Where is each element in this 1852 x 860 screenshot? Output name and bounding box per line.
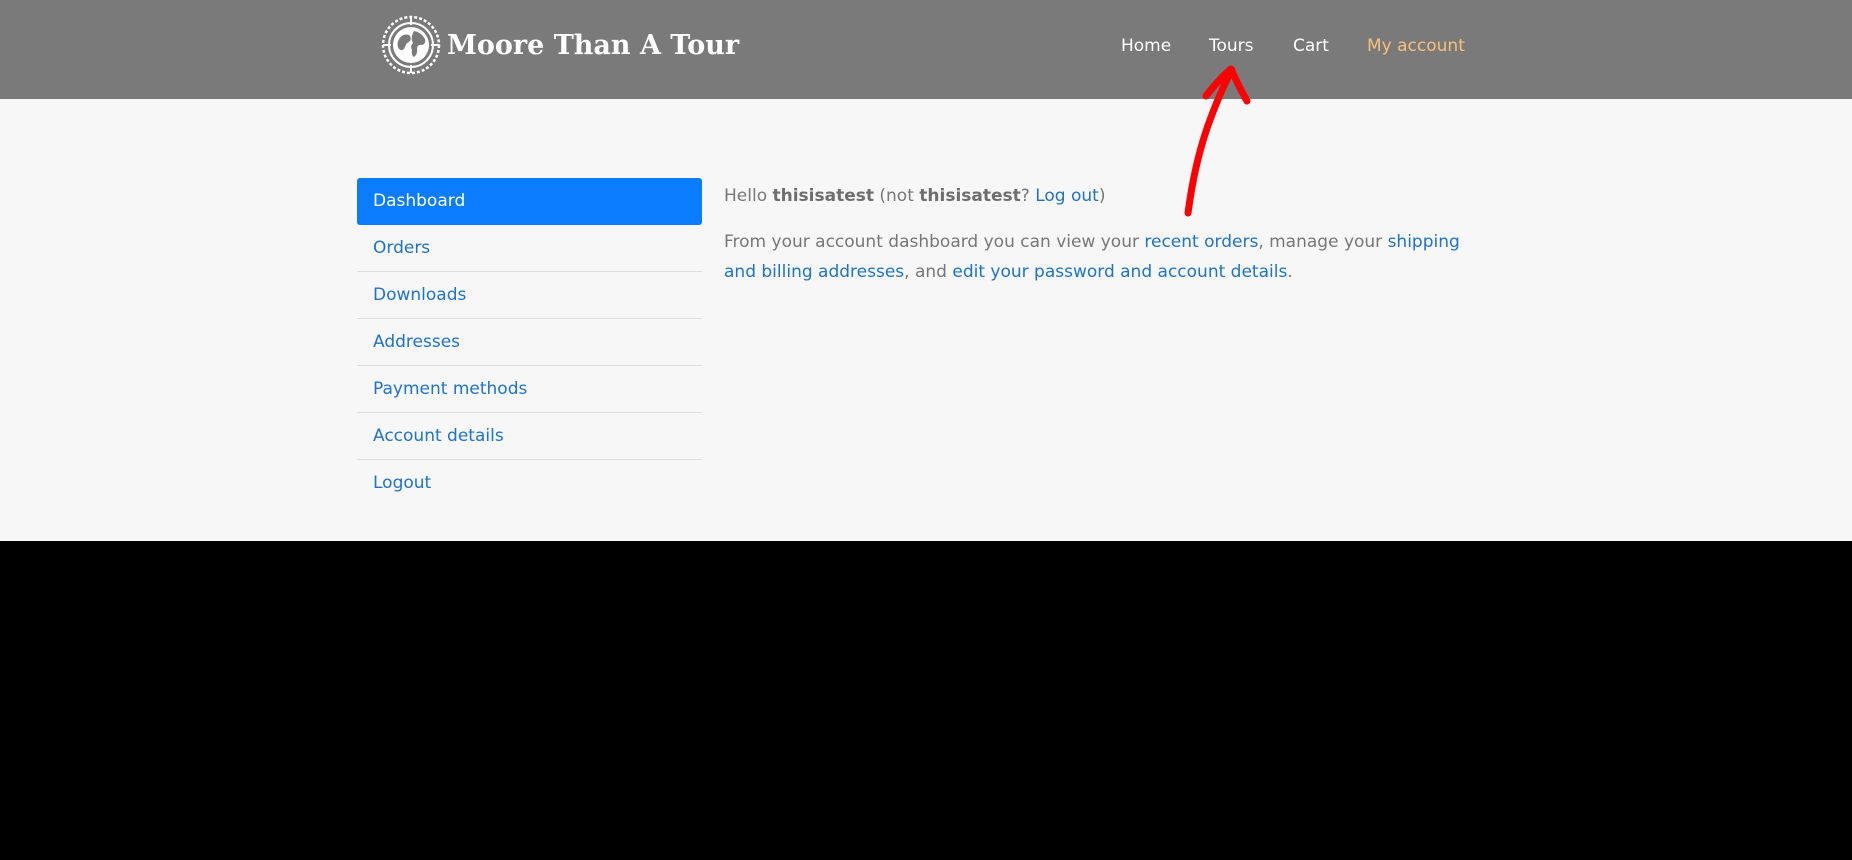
greeting: Hello thisisatest (not thisisatest? Log … (724, 181, 1474, 211)
sidebar-item-dashboard[interactable]: Dashboard (357, 178, 702, 225)
dashboard-main: Hello thisisatest (not thisisatest? Log … (724, 181, 1474, 287)
globe-compass-icon (381, 15, 441, 75)
username: thisisatest (772, 186, 875, 206)
intro-text-2: , manage your (1258, 232, 1388, 252)
nav-item-home[interactable]: Home (1121, 36, 1171, 56)
sidebar-item-downloads[interactable]: Downloads (357, 272, 702, 319)
greeting-question: ? (1020, 186, 1036, 206)
intro-text-1: From your account dashboard you can view… (724, 232, 1145, 252)
dashboard-intro: From your account dashboard you can view… (724, 227, 1474, 287)
nav-item-tours[interactable]: Tours (1209, 36, 1254, 56)
site-header: Moore Than A Tour Home Tours Cart My acc… (0, 0, 1852, 99)
sidebar-item-payment-methods[interactable]: Payment methods (357, 366, 702, 413)
intro-text-3: , and (904, 262, 953, 282)
logout-link[interactable]: Log out (1035, 186, 1099, 206)
username-repeat: thisisatest (919, 186, 1021, 206)
site-logo[interactable]: Moore Than A Tour (381, 14, 739, 76)
nav-item-cart[interactable]: Cart (1293, 36, 1329, 56)
greeting-not: (not (874, 186, 920, 206)
greeting-close: ) (1098, 186, 1106, 206)
sidebar-item-addresses[interactable]: Addresses (357, 319, 702, 366)
sidebar-item-account-details[interactable]: Account details (357, 413, 702, 460)
account-content: Dashboard Orders Downloads Addresses Pay… (0, 99, 1852, 541)
account-sidebar: Dashboard Orders Downloads Addresses Pay… (357, 178, 702, 507)
greeting-prefix: Hello (724, 186, 773, 206)
brand-name: Moore Than A Tour (447, 29, 740, 61)
intro-text-4: . (1287, 262, 1293, 282)
recent-orders-link[interactable]: recent orders (1144, 232, 1258, 252)
sidebar-item-orders[interactable]: Orders (357, 225, 702, 272)
account-details-link[interactable]: edit your password and account details (952, 262, 1287, 282)
sidebar-item-logout[interactable]: Logout (357, 460, 702, 507)
nav-item-my-account[interactable]: My account (1367, 36, 1465, 56)
